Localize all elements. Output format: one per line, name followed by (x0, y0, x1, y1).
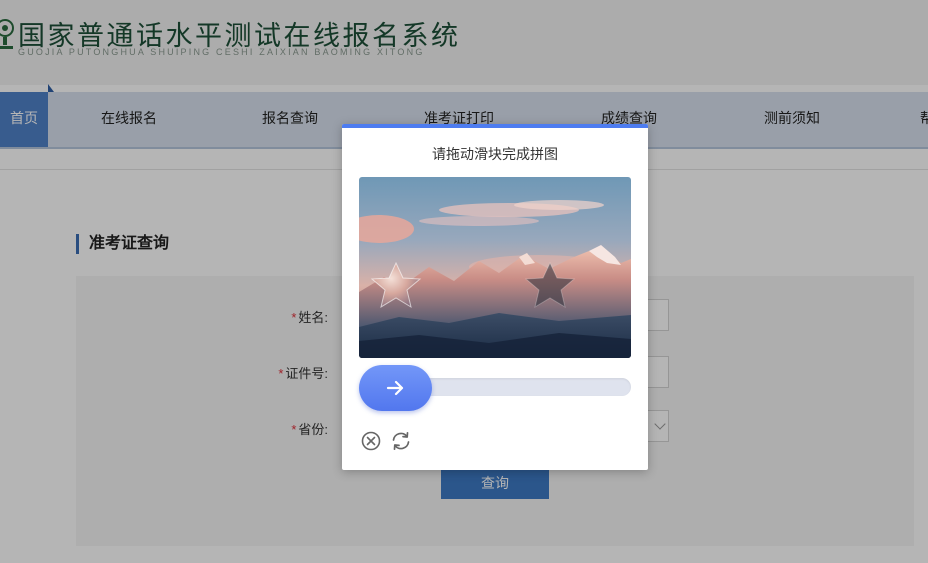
captcha-puzzle-image (359, 177, 631, 358)
close-circle-icon[interactable] (360, 430, 382, 452)
captcha-title: 请拖动滑块完成拼图 (432, 146, 558, 162)
arrow-right-icon (386, 380, 404, 396)
refresh-icon[interactable] (390, 430, 412, 452)
captcha-modal: 请拖动滑块完成拼图 (342, 124, 648, 470)
slider-handle[interactable] (359, 365, 432, 411)
page: 国家普通话水平测试在线报名系统 GUOJIA PUTONGHUA SHUIPIN… (0, 0, 928, 563)
modal-top-bar (342, 124, 648, 128)
